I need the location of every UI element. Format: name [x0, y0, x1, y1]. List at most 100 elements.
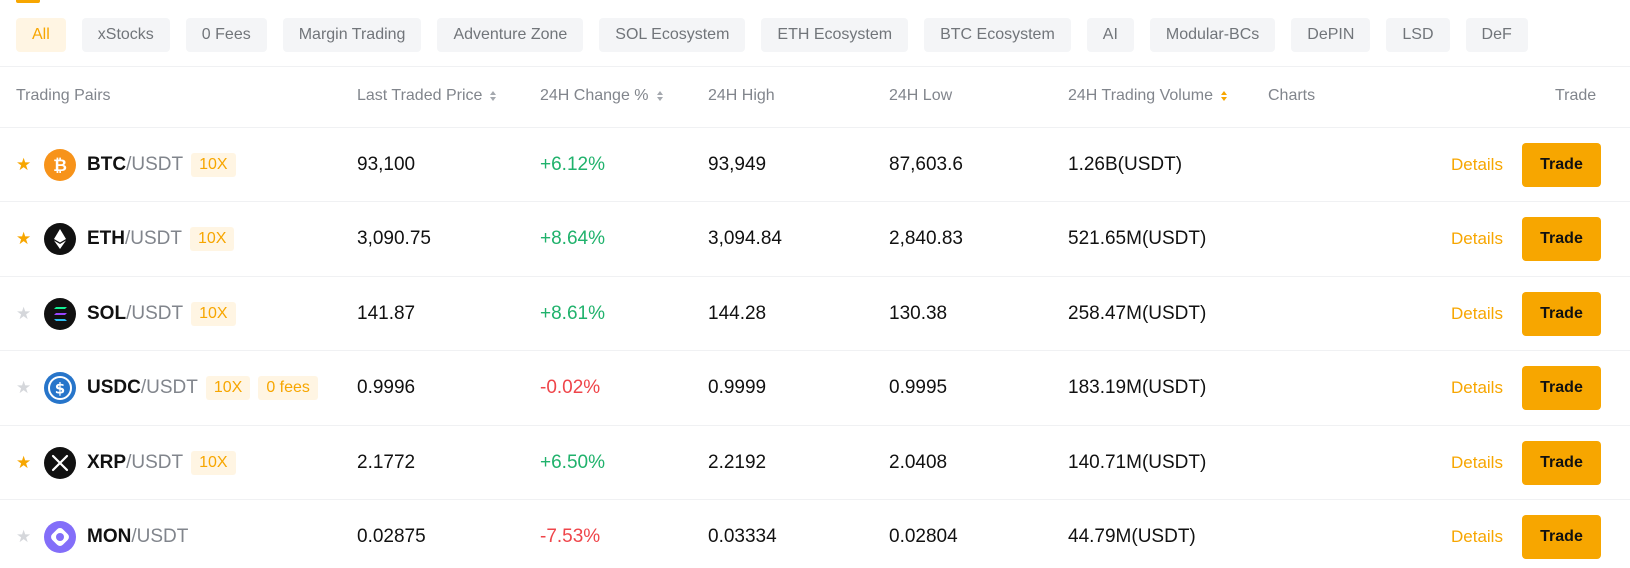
favorite-star-icon[interactable]: ★	[16, 276, 31, 352]
pair-tag-badge: 10X	[191, 301, 236, 326]
details-link[interactable]: Details	[1451, 499, 1503, 568]
details-link[interactable]: Details	[1451, 127, 1503, 203]
volume-cell: 521.65M(USDT)	[1068, 228, 1207, 250]
details-link[interactable]: Details	[1451, 425, 1503, 501]
divider	[0, 66, 1630, 67]
filter-chip-xstocks[interactable]: xStocks	[81, 18, 170, 52]
pair-tag-badge: 10X	[205, 376, 251, 401]
last-price-cell: 3,090.75	[357, 228, 431, 250]
favorite-star-icon[interactable]: ★	[16, 127, 31, 203]
pair-quote: /USDT	[126, 154, 184, 175]
header-charts: Charts	[1268, 68, 1315, 124]
filter-chip-sol-ecosystem[interactable]: SOL Ecosystem	[599, 18, 746, 52]
trading-pair[interactable]: USDC/USDT 10X 0 fees	[87, 350, 318, 426]
table-row[interactable]: ★ SOL/USDT 10X 141.87 +8.61% 144.28 130.38 258.…	[0, 276, 1630, 352]
trade-button[interactable]: Trade	[1522, 366, 1601, 411]
trade-button[interactable]: Trade	[1522, 217, 1601, 262]
volume-cell: 1.26B(USDT)	[1068, 154, 1183, 175]
table-row[interactable]: ★ XRP/USDT 10X 2.1772 +6.50% 2.2192 2.0408 140.…	[0, 425, 1630, 501]
pair-quote: /USDT	[140, 377, 198, 399]
trade-button[interactable]: Trade	[1522, 515, 1601, 559]
header-label: 24H Change %	[540, 87, 649, 104]
pair-base: XRP	[87, 451, 127, 473]
table-row[interactable]: ★ $ USDC/USDT 10X 0 fees 0.9996 -0.02% 0.9999 0.…	[0, 350, 1630, 426]
pair-base: USDC	[87, 377, 141, 399]
trading-pair[interactable]: ETH/USDT 10X	[87, 201, 235, 277]
change-cell: +6.12%	[540, 154, 605, 175]
pair-tag-badge: 10X	[190, 227, 235, 252]
pair-quote: /USDT	[131, 526, 189, 547]
svg-text:₿: ₿	[53, 156, 67, 176]
category-filter-bar: All xStocks 0 Fees Margin Trading Adventure …	[0, 18, 1630, 52]
trading-pair[interactable]: BTC/USDT 10X	[87, 127, 236, 203]
change-cell: -0.02%	[540, 377, 601, 399]
high-cell: 144.28	[708, 302, 767, 324]
trading-pair[interactable]: SOL/USDT 10X	[87, 276, 236, 352]
header-label: Trading Pairs	[16, 87, 111, 104]
trading-pair[interactable]: XRP/USDT 10X	[87, 425, 236, 501]
last-price-cell: 93,100	[357, 154, 416, 175]
table-header: Trading Pairs Last Traded Price 24H Chan…	[0, 68, 1630, 124]
filter-chip-def[interactable]: DeF	[1465, 18, 1528, 52]
low-cell: 2,840.83	[889, 228, 963, 250]
filter-chip-margin-trading[interactable]: Margin Trading	[282, 18, 422, 52]
header-trading-pairs: Trading Pairs	[16, 68, 111, 124]
sort-icon[interactable]	[1220, 91, 1227, 101]
favorite-star-icon[interactable]: ★	[16, 350, 31, 426]
filter-chip-depin[interactable]: DePIN	[1291, 18, 1371, 52]
last-price-cell: 0.9996	[357, 377, 416, 399]
pair-quote: /USDT	[125, 228, 182, 250]
header-24h-volume[interactable]: 24H Trading Volume	[1068, 68, 1227, 124]
high-cell: 93,949	[708, 154, 767, 175]
last-price-cell: 0.02875	[357, 526, 426, 547]
pair-tag-badge: 0 fees	[258, 376, 318, 401]
table-row[interactable]: ★ MON/USDT 0.02875 -7.53% 0.03334 0.02804 44.7…	[0, 499, 1630, 568]
header-trade: Trade	[1555, 68, 1596, 124]
high-cell: 0.9999	[708, 377, 767, 399]
trade-button[interactable]: Trade	[1522, 440, 1601, 485]
volume-cell: 44.79M(USDT)	[1068, 526, 1196, 547]
table-row[interactable]: ★ ₿ BTC/USDT 10X 93,100 +6.12% 93,949 87,603.6 1…	[0, 127, 1630, 203]
pair-tag-badge: 10X	[191, 450, 236, 475]
header-last-price[interactable]: Last Traded Price	[357, 68, 497, 124]
change-cell: +8.61%	[540, 302, 605, 324]
header-24h-change[interactable]: 24H Change %	[540, 68, 663, 124]
filter-chip-modular-bcs[interactable]: Modular-BCs	[1149, 18, 1276, 52]
filter-chip-btc-ecosystem[interactable]: BTC Ecosystem	[924, 18, 1071, 52]
usdc-icon: $	[44, 372, 76, 405]
details-link[interactable]: Details	[1451, 350, 1503, 426]
sort-icon[interactable]	[490, 91, 497, 101]
pair-tag-badge: 10X	[191, 153, 236, 177]
sort-icon[interactable]	[656, 91, 663, 101]
pair-quote: /USDT	[126, 302, 184, 324]
svg-text:$: $	[55, 380, 65, 398]
trade-button[interactable]: Trade	[1522, 143, 1601, 187]
btc-icon: ₿	[44, 149, 76, 181]
header-label: 24H Low	[889, 87, 953, 104]
low-cell: 130.38	[889, 302, 948, 324]
filter-chip-0-fees[interactable]: 0 Fees	[185, 18, 267, 52]
last-price-cell: 2.1772	[357, 451, 416, 473]
filter-chip-eth-ecosystem[interactable]: ETH Ecosystem	[761, 18, 909, 52]
favorite-star-icon[interactable]: ★	[16, 201, 31, 277]
pair-base: ETH	[87, 228, 125, 250]
low-cell: 0.02804	[889, 526, 958, 547]
change-cell: +6.50%	[540, 451, 605, 473]
trading-pair[interactable]: MON/USDT	[87, 499, 188, 568]
favorite-star-icon[interactable]: ★	[16, 425, 31, 501]
table-row[interactable]: ★ ETH/USDT 10X 3,090.75 +8.64% 3,094.84 2,840.…	[0, 201, 1630, 277]
details-link[interactable]: Details	[1451, 276, 1503, 352]
eth-icon	[44, 223, 76, 256]
sol-icon	[44, 297, 76, 330]
favorite-star-icon[interactable]: ★	[16, 499, 31, 568]
filter-chip-lsd[interactable]: LSD	[1386, 18, 1450, 52]
xrp-icon	[44, 446, 76, 479]
trade-button[interactable]: Trade	[1522, 291, 1601, 336]
filter-chip-adventure-zone[interactable]: Adventure Zone	[437, 18, 584, 52]
filter-chip-all[interactable]: All	[16, 18, 66, 52]
low-cell: 2.0408	[889, 451, 948, 473]
high-cell: 3,094.84	[708, 228, 782, 250]
pair-base: MON	[87, 526, 132, 547]
details-link[interactable]: Details	[1451, 201, 1503, 277]
filter-chip-ai[interactable]: AI	[1086, 18, 1134, 52]
